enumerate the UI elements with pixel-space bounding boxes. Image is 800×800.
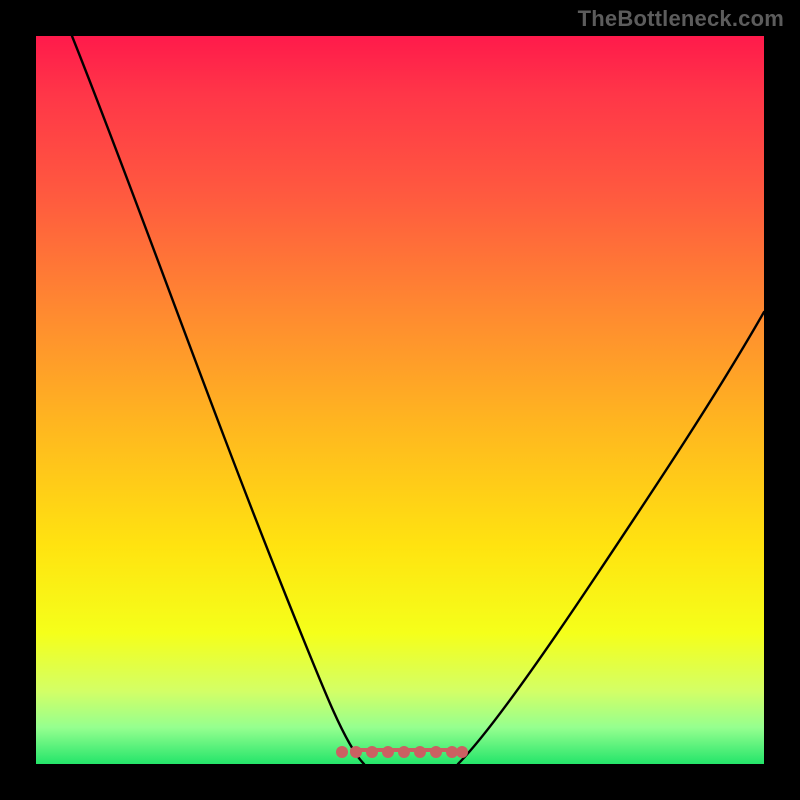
watermark-text: TheBottleneck.com bbox=[578, 6, 784, 32]
plateau-dot bbox=[382, 746, 394, 758]
plateau-dot bbox=[414, 746, 426, 758]
left-curve bbox=[72, 36, 364, 764]
plot-area bbox=[36, 36, 764, 764]
chart-frame: TheBottleneck.com bbox=[0, 0, 800, 800]
right-curve bbox=[458, 312, 764, 764]
plateau-dot bbox=[336, 746, 348, 758]
plateau-dot bbox=[350, 746, 362, 758]
plateau-dot bbox=[366, 746, 378, 758]
plateau-dot bbox=[456, 746, 468, 758]
plateau-dot bbox=[398, 746, 410, 758]
low-plateau-markers bbox=[336, 744, 468, 758]
curve-layer bbox=[36, 36, 764, 764]
plateau-dot bbox=[430, 746, 442, 758]
